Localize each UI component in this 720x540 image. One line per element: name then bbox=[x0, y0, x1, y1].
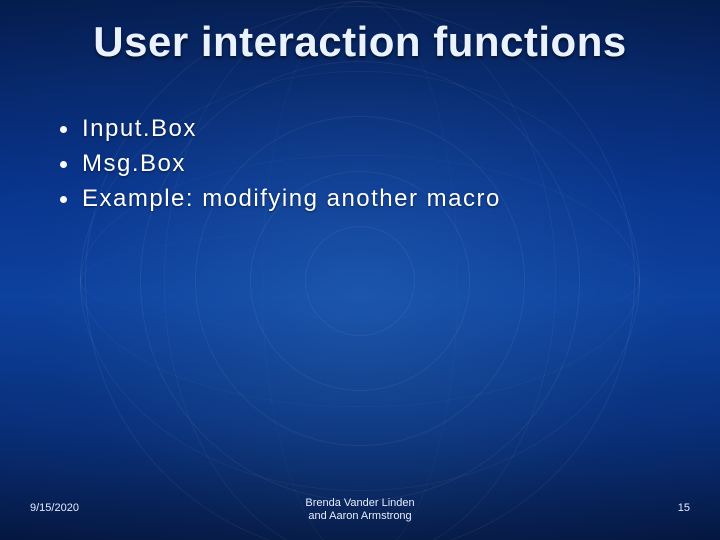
footer-date: 9/15/2020 bbox=[30, 502, 79, 514]
slide-title: User interaction functions bbox=[0, 18, 720, 66]
bullet-text: Example: modifying another macro bbox=[82, 185, 501, 212]
footer-authors: Brenda Vander Linden and Aaron Armstrong bbox=[305, 497, 414, 525]
bullet-item: Example: modifying another macro bbox=[56, 182, 680, 217]
globe-graphic-lat1 bbox=[80, 230, 640, 331]
bullet-list: Input.Box Msg.Box Example: modifying ano… bbox=[56, 112, 680, 216]
footer-page-number: 15 bbox=[678, 502, 690, 514]
slide-footer: 9/15/2020 Brenda Vander Linden and Aaron… bbox=[0, 494, 720, 528]
bullet-item: Msg.Box bbox=[56, 147, 680, 182]
globe-graphic bbox=[80, 1, 640, 540]
bullet-text: Input.Box bbox=[82, 115, 197, 142]
bullet-item: Input.Box bbox=[56, 112, 680, 147]
bullet-text: Msg.Box bbox=[82, 150, 186, 177]
slide-body: Input.Box Msg.Box Example: modifying ano… bbox=[56, 112, 680, 216]
slide: User interaction functions Input.Box Msg… bbox=[0, 0, 720, 540]
